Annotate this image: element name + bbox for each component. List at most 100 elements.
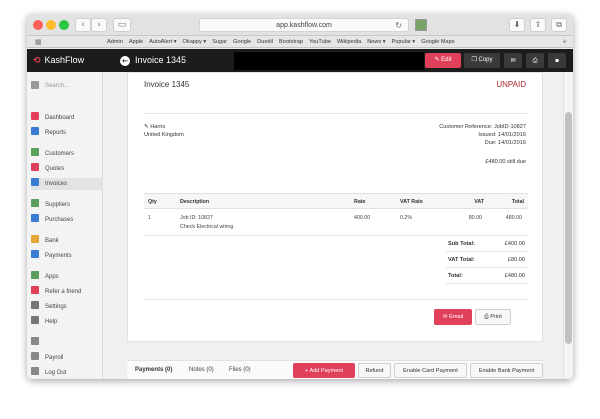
favorites-links: Admin Apple AutoAlert ▾ Okappy ▾ Sugar Google…: [107, 36, 455, 48]
print-button[interactable]: ⎙ Print: [475, 309, 511, 325]
dashboard-icon: [31, 112, 39, 121]
bank-icon: [31, 235, 39, 244]
favorite-link[interactable]: Google: [233, 36, 251, 48]
copy-button[interactable]: ❐ Copy: [464, 53, 500, 68]
share-icon[interactable]: ⇪: [530, 18, 546, 32]
favorite-link[interactable]: Admin: [107, 36, 123, 48]
sidebar-item-settings[interactable]: Settings: [31, 301, 103, 313]
sidebar-item-label: Invoices: [45, 181, 68, 187]
divider: [144, 299, 528, 300]
sidebar: Search... Dashboard Reports Customers Quote…: [27, 72, 103, 379]
row-vat-rate: 0.2%: [400, 215, 413, 221]
tab-payments[interactable]: Payments (0): [135, 361, 172, 379]
refund-button[interactable]: Refund: [358, 363, 391, 378]
favorite-link[interactable]: Duedil: [257, 36, 273, 48]
copy-icon: ❐: [471, 57, 477, 63]
favorite-link[interactable]: Apple: [129, 36, 143, 48]
invoice-card: Invoice 1345 UNPAID ✎ Harris United King…: [127, 72, 543, 342]
heart-icon: [31, 286, 39, 295]
customer-name[interactable]: Harris: [150, 124, 165, 130]
favorite-link[interactable]: Wikipedia: [337, 36, 361, 48]
back-arrow-icon[interactable]: ←: [120, 56, 130, 66]
favorite-link[interactable]: YouTube: [309, 36, 331, 48]
back-icon[interactable]: ‹: [75, 18, 91, 32]
sidebar-item-bank[interactable]: Bank: [31, 235, 103, 247]
brand[interactable]: ⟲ KashFlow: [33, 49, 84, 72]
sidebar-item-refer-a-friend[interactable]: Refer a friend: [31, 286, 103, 298]
grid-icon[interactable]: ▦: [35, 38, 42, 46]
customer-reference: Customer Reference: JobID-10827: [439, 124, 526, 130]
tabs-icon[interactable]: ⧉: [551, 18, 567, 32]
email-button[interactable]: ✉ Email: [434, 309, 472, 325]
envelope-icon: ✉: [442, 314, 448, 320]
tab-files[interactable]: Files (0): [229, 361, 251, 379]
invoice-meta: Customer Reference: JobID-10827 Issued: …: [439, 123, 526, 147]
print-header-button[interactable]: ⎙: [526, 53, 544, 68]
reload-icon[interactable]: ↻: [395, 19, 402, 32]
invoices-icon: [31, 178, 39, 187]
favorite-link[interactable]: Bootstrap: [279, 36, 303, 48]
forward-icon[interactable]: ›: [91, 18, 107, 32]
col-description: Description: [180, 199, 210, 205]
maximize-window-button[interactable]: [59, 20, 69, 30]
row-vat: 80.00: [468, 215, 482, 221]
favorites-bar: ▦ Admin Apple AutoAlert ▾ Okappy ▾ Sugar Goog…: [27, 36, 573, 48]
tab-notes[interactable]: Notes (0): [189, 361, 214, 379]
row-rate: 400.00: [354, 215, 371, 221]
user-icon: [31, 337, 39, 346]
bottom-tabs: Payments (0) Notes (0) Files (0) + Add P…: [127, 360, 543, 379]
sidebar-item-label: Help: [45, 319, 58, 325]
help-icon: [31, 316, 39, 325]
favorite-link[interactable]: AutoAlert ▾: [149, 36, 176, 48]
add-payment-button[interactable]: + Add Payment: [293, 363, 355, 378]
customers-icon: [31, 148, 39, 157]
sidebar-toggle-icon[interactable]: ▭: [113, 18, 131, 32]
minimize-window-button[interactable]: [46, 20, 56, 30]
sidebar-item-label: Apps: [45, 274, 59, 280]
add-bookmark-icon[interactable]: +: [562, 36, 567, 48]
sidebar-item-label: Dashboard: [45, 115, 75, 121]
email-header-button[interactable]: ✉: [504, 53, 522, 68]
edit-button[interactable]: ✎ Edit: [425, 53, 461, 68]
favorite-link[interactable]: Google Maps: [421, 36, 454, 48]
pencil-icon[interactable]: ✎: [144, 124, 149, 130]
pencil-icon: ✎: [434, 57, 440, 63]
enable-bank-payment-button[interactable]: Enable Bank Payment: [470, 363, 543, 378]
sidebar-item-purchases[interactable]: Purchases: [31, 214, 103, 226]
sidebar-item-help[interactable]: Help: [31, 316, 103, 328]
sidebar-item-apps[interactable]: Apps: [31, 271, 103, 283]
sidebar-item-log-out[interactable]: Log Out: [31, 367, 103, 379]
col-rate: Rate: [354, 199, 366, 205]
favorite-link[interactable]: News ▾: [367, 36, 385, 48]
status-badge: UNPAID: [496, 80, 526, 89]
enable-card-payment-button[interactable]: Enable Card Payment: [394, 363, 467, 378]
printer-icon: ⎙: [484, 314, 489, 320]
search-input[interactable]: Search...: [31, 80, 101, 92]
delete-button[interactable]: ▪: [548, 53, 566, 68]
sidebar-item-customers[interactable]: Customers: [31, 148, 103, 160]
favorite-link[interactable]: Sugar: [212, 36, 227, 48]
sidebar-item-invoices[interactable]: Invoices: [31, 178, 103, 190]
download-icon[interactable]: ⬇: [509, 18, 525, 32]
app-header: ⟲ KashFlow ← Invoice 1345 ✎ Edit ❐ Copy ✉…: [27, 49, 573, 72]
sidebar-item-reports[interactable]: Reports: [31, 127, 103, 139]
sidebar-item-quotes[interactable]: Quotes: [31, 163, 103, 175]
subtotal-row: Sub Total: £400.00: [446, 237, 528, 252]
favorite-link[interactable]: Okappy ▾: [183, 36, 207, 48]
plus-icon: +: [304, 368, 309, 374]
sidebar-item-payments[interactable]: Payments: [31, 250, 103, 262]
payroll-icon: [31, 352, 39, 361]
purchases-icon: [31, 214, 39, 223]
table-header: Qty Description Rate VAT Rate VAT Total: [144, 193, 528, 209]
scrollbar[interactable]: [563, 72, 573, 379]
col-vat-rate: VAT Rate: [400, 199, 423, 205]
sidebar-item-user[interactable]: [31, 337, 103, 349]
sidebar-item-dashboard[interactable]: Dashboard: [31, 112, 103, 124]
close-window-button[interactable]: [33, 20, 43, 30]
url-text: app.kashflow.com: [276, 22, 332, 29]
sidebar-item-payroll[interactable]: Payroll: [31, 352, 103, 364]
scrollbar-thumb[interactable]: [565, 112, 572, 344]
address-bar[interactable]: app.kashflow.com ↻: [199, 18, 409, 32]
sidebar-item-suppliers[interactable]: Suppliers: [31, 199, 103, 211]
favorite-link[interactable]: Popular ▾: [392, 36, 416, 48]
